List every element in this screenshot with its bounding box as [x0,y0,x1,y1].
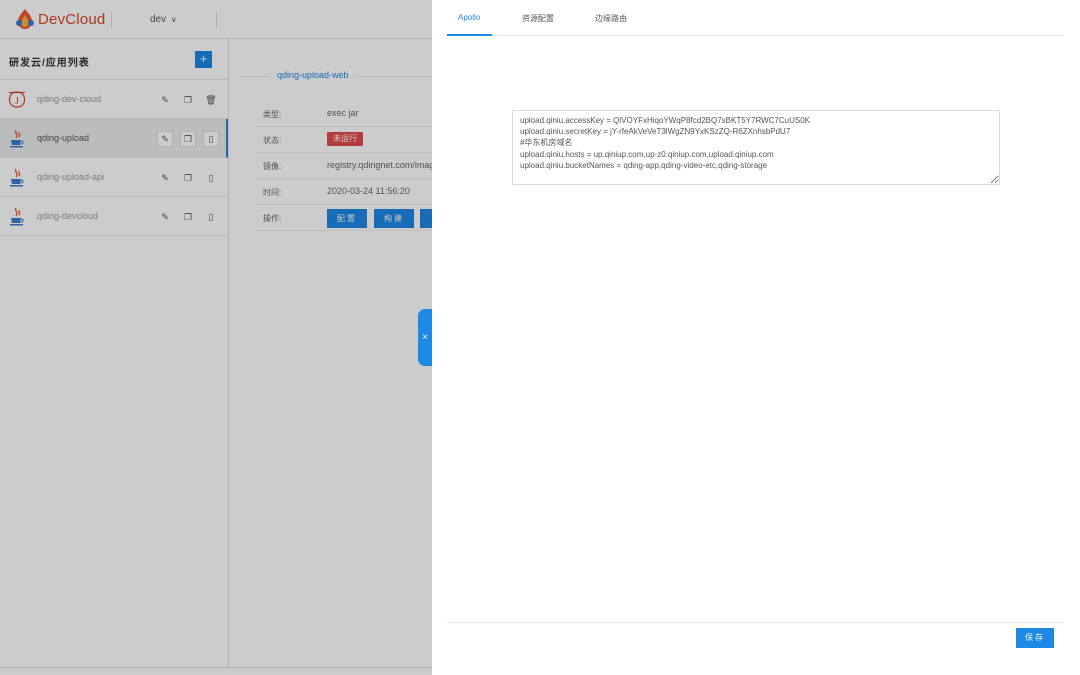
save-button[interactable]: 保存 [1016,628,1054,648]
tab-apollo[interactable]: Apollo [458,13,480,22]
drawer-tabs: Apollo 资源配置 边缘路由 [447,0,1064,36]
active-tab-indicator [447,34,492,36]
drawer-close-button[interactable]: × [418,309,432,366]
drawer-footer-divider [447,622,1064,623]
drawer-mask[interactable] [0,0,432,675]
config-drawer: Apollo 资源配置 边缘路由 保存 [432,0,1080,675]
tab-edge-routing[interactable]: 边缘路由 [595,13,627,24]
apollo-config-textarea[interactable] [512,110,1000,185]
tab-resource-config[interactable]: 资源配置 [522,13,554,24]
